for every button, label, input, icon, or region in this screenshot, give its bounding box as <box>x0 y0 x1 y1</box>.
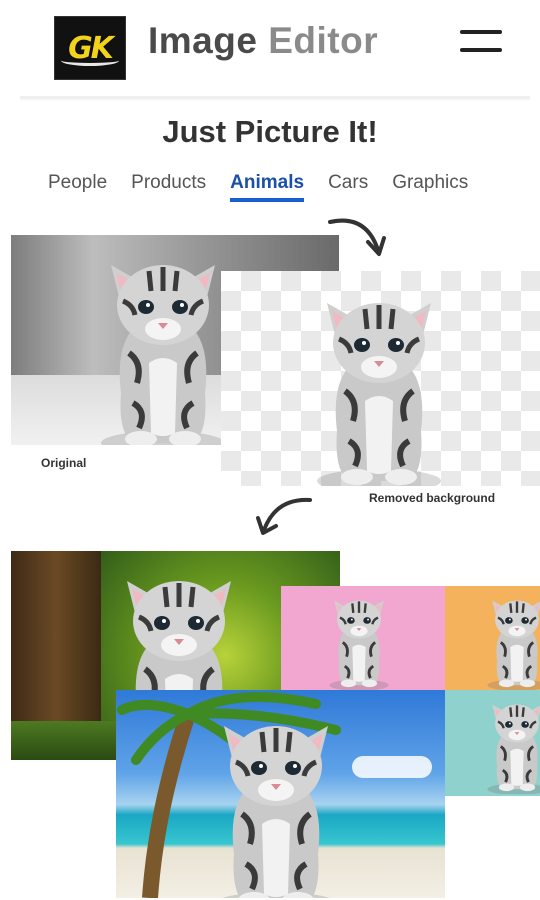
tab-cars[interactable]: Cars <box>328 172 368 202</box>
app-title: Image Editor <box>148 20 378 62</box>
app-title-part2: Editor <box>268 20 379 61</box>
category-tabs: People Products Animals Cars Graphics <box>48 172 468 202</box>
caption-removed-background: Removed background <box>369 491 496 505</box>
caption-original: Original <box>41 456 87 470</box>
app-title-part1: Image <box>148 20 258 61</box>
page-headline: Just Picture It! <box>162 114 378 149</box>
pink-background-photo <box>281 586 445 690</box>
hamburger-menu-icon[interactable] <box>458 30 504 60</box>
tab-people[interactable]: People <box>48 172 107 202</box>
kitten-cutout-image <box>279 281 479 486</box>
kitten-beach-image <box>176 704 376 898</box>
teal-background-photo <box>445 690 540 796</box>
tab-animals[interactable]: Animals <box>230 172 305 202</box>
removed-background-photo <box>221 271 540 486</box>
header-divider <box>20 96 530 99</box>
tab-products[interactable]: Products <box>131 172 206 202</box>
gk-logo[interactable]: GK <box>54 16 126 80</box>
app-header: GK Image Editor <box>0 0 540 95</box>
kitten-teal-image <box>486 703 540 794</box>
kitten-pink-image <box>328 599 390 690</box>
curved-arrow-left-icon <box>256 497 312 535</box>
beach-background-photo <box>116 690 445 898</box>
orange-background-photo <box>445 586 540 690</box>
menu-bar-top <box>460 30 502 34</box>
kitten-orange-image <box>486 599 540 690</box>
logo-swoosh <box>61 55 119 66</box>
menu-bar-bottom <box>460 48 502 52</box>
tab-graphics[interactable]: Graphics <box>392 172 468 202</box>
